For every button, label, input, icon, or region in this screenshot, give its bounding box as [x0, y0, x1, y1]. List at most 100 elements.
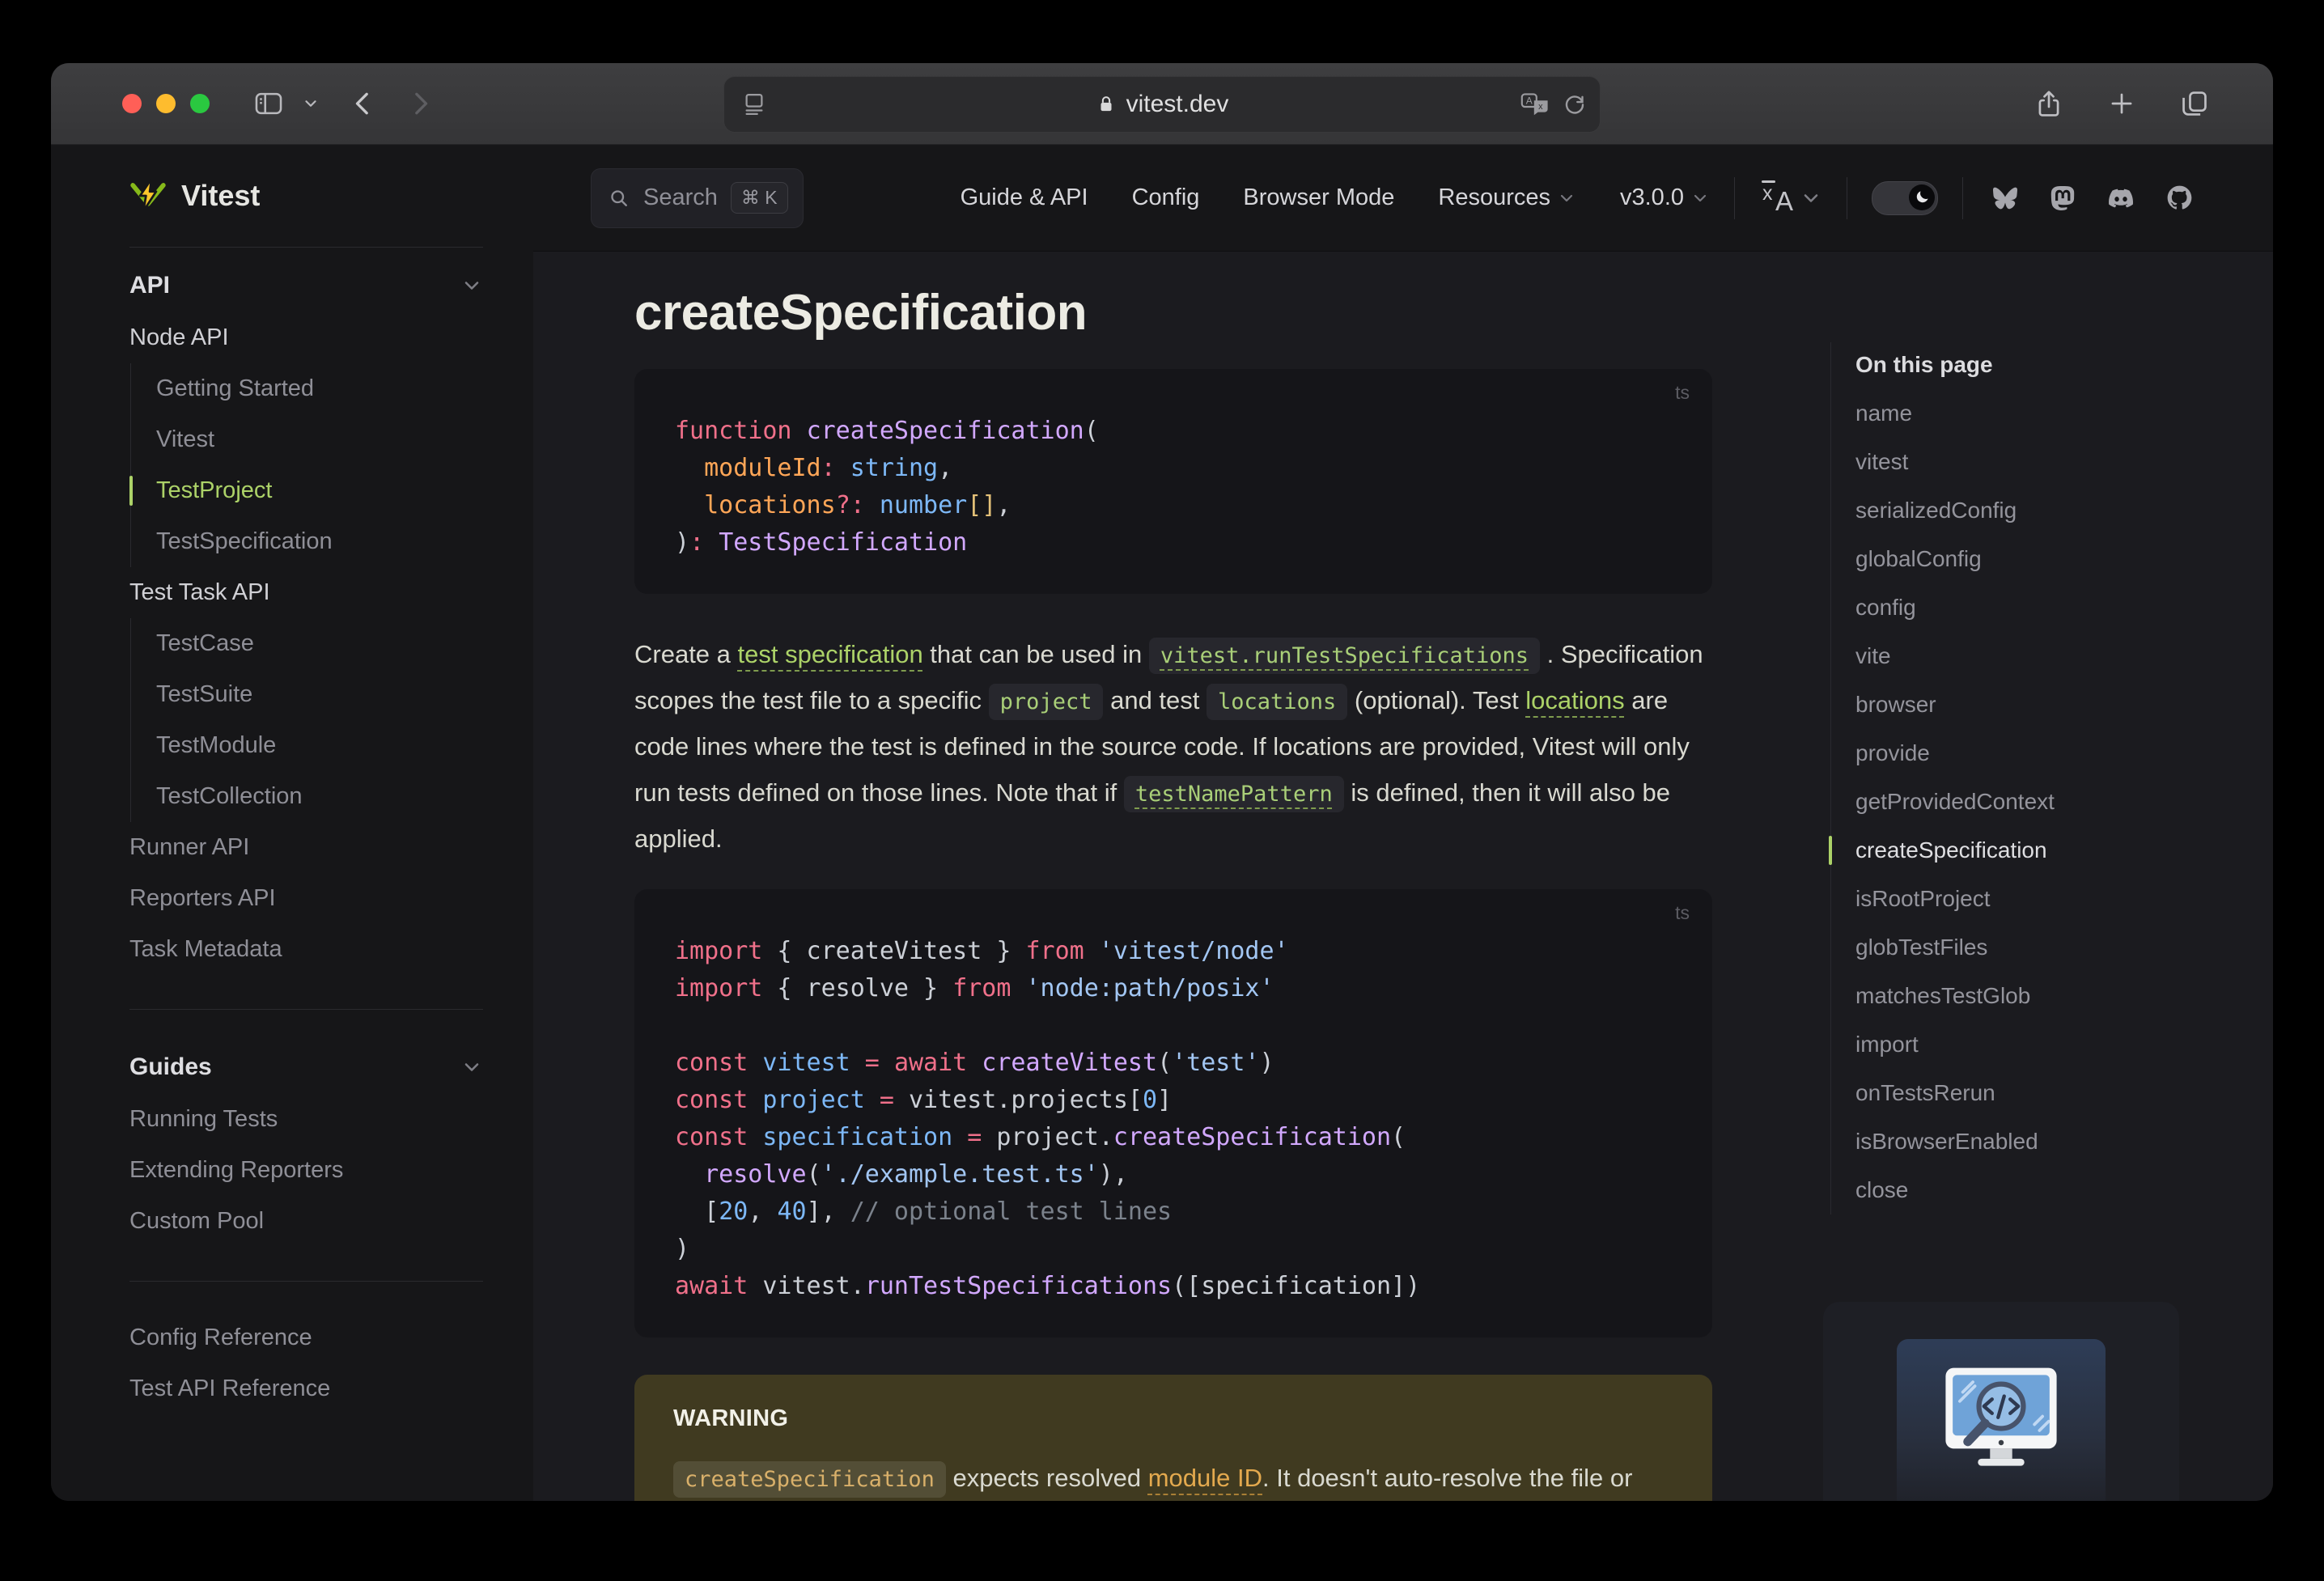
- toc-item-name[interactable]: name: [1855, 389, 2211, 438]
- back-button[interactable]: [347, 87, 380, 120]
- toc-item-config[interactable]: config: [1855, 583, 2211, 632]
- toc-item-getprovidedcontext[interactable]: getProvidedContext: [1855, 778, 2211, 826]
- toc-item-isbrowserenabled[interactable]: isBrowserEnabled: [1855, 1117, 2211, 1166]
- sidebar-section-guides[interactable]: Guides: [129, 1041, 483, 1094]
- address-bar[interactable]: vitest.dev A x: [723, 76, 1601, 133]
- navbar-divider: [1962, 176, 1963, 219]
- social-links: [1992, 185, 2192, 211]
- sidebar-nest: TestCase TestSuite TestModule TestCollectio…: [130, 618, 483, 822]
- toc-item-vite[interactable]: vite: [1855, 632, 2211, 680]
- doc-text: (optional). Test: [1347, 686, 1526, 714]
- table-of-contents: On this page name vitest serializedConfig g…: [1829, 342, 2211, 1214]
- sidebar-item-task-metadata[interactable]: Task Metadata: [129, 924, 483, 975]
- zoom-window-button[interactable]: [190, 94, 210, 113]
- code-block-signature: ts function createSpecification( moduleI…: [634, 369, 1712, 594]
- sidebar-chevron-down-icon[interactable]: [302, 95, 320, 112]
- doc-article: createSpecification ts function createSp…: [634, 284, 1712, 1501]
- logo-title: Vitest: [181, 179, 261, 212]
- warning-link[interactable]: module ID: [1148, 1464, 1262, 1492]
- translate-icon[interactable]: A x: [1520, 92, 1550, 117]
- toc-item-globtestfiles[interactable]: globTestFiles: [1855, 923, 2211, 972]
- new-tab-icon[interactable]: [2106, 87, 2137, 120]
- toc-item-browser[interactable]: browser: [1855, 680, 2211, 729]
- sidebar-item-getting-started[interactable]: Getting Started: [156, 363, 483, 414]
- inline-code: locations: [1207, 684, 1348, 720]
- svg-text:A: A: [1526, 95, 1533, 107]
- sidebar-item-vitest[interactable]: Vitest: [156, 414, 483, 465]
- inline-code-link[interactable]: vitest.runTestSpecifications: [1148, 638, 1541, 674]
- reload-icon[interactable]: [1563, 92, 1587, 117]
- forward-button[interactable]: [404, 87, 436, 120]
- browser-titlebar: vitest.dev A x: [51, 63, 2273, 145]
- nav-link-guide-api[interactable]: Guide & API: [961, 184, 1088, 211]
- reader-view-icon[interactable]: [742, 92, 766, 117]
- sidebar-section-api[interactable]: API: [129, 259, 483, 312]
- vitest-logo[interactable]: Vitest: [129, 145, 483, 248]
- code-inspection-icon: [1945, 1367, 2057, 1466]
- sidebar-toggle-icon[interactable]: [252, 88, 286, 119]
- sidebar-item-node-api[interactable]: Node API: [129, 312, 483, 363]
- toc-item-ontestsrerun[interactable]: onTestsRerun: [1855, 1069, 2211, 1117]
- chevron-down-icon: [1804, 193, 1818, 202]
- toc-item-globalconfig[interactable]: globalConfig: [1855, 535, 2211, 583]
- sidebar-item-running-tests[interactable]: Running Tests: [129, 1094, 483, 1145]
- sidebar-item-testproject[interactable]: TestProject: [129, 465, 483, 516]
- search-shortcut: ⌘ K: [730, 182, 788, 214]
- inline-code-link[interactable]: testNamePattern: [1123, 776, 1344, 812]
- sidebar: Vitest API Node API Getting Started Vitest T…: [51, 145, 533, 1501]
- toc-item-import[interactable]: import: [1855, 1020, 2211, 1069]
- toc-item-provide[interactable]: provide: [1855, 729, 2211, 778]
- close-window-button[interactable]: [122, 94, 142, 113]
- page-content: createSpecification ts function createSp…: [533, 252, 2273, 1501]
- toc-item-vitest[interactable]: vitest: [1855, 438, 2211, 486]
- share-icon[interactable]: [2034, 87, 2064, 120]
- url-text: vitest.dev: [1126, 91, 1229, 117]
- nav-link-v3-0-0[interactable]: v3.0.0: [1620, 184, 1710, 211]
- nav-link-browser-mode[interactable]: Browser Mode: [1243, 184, 1394, 211]
- toc-item-matchestestglob[interactable]: matchesTestGlob: [1855, 972, 2211, 1020]
- toc-item-close[interactable]: close: [1855, 1166, 2211, 1214]
- nav-link-config[interactable]: Config: [1132, 184, 1200, 211]
- bluesky-icon[interactable]: [1992, 186, 2018, 210]
- moon-icon: [1916, 191, 1928, 203]
- sidebar-item-config-reference[interactable]: Config Reference: [129, 1312, 483, 1363]
- sidebar-item-test-task-api[interactable]: Test Task API: [129, 567, 483, 618]
- sidebar-item-testcase[interactable]: TestCase: [156, 618, 483, 669]
- mastodon-icon[interactable]: [2050, 185, 2075, 211]
- warning-callout: WARNING createSpecification expects reso…: [634, 1375, 1712, 1501]
- sidebar-group: Guides Running Tests Extending Reporters Cu…: [129, 1029, 483, 1247]
- traffic-lights: [122, 94, 210, 113]
- sidebar-item-testmodule[interactable]: TestModule: [156, 720, 483, 771]
- minimize-window-button[interactable]: [156, 94, 176, 113]
- warning-inline-code: createSpecification: [673, 1461, 946, 1498]
- toc-item-serializedconfig[interactable]: serializedConfig: [1855, 486, 2211, 535]
- sidebar-item-testcollection[interactable]: TestCollection: [156, 771, 483, 822]
- sidebar-item-custom-pool[interactable]: Custom Pool: [129, 1196, 483, 1247]
- doc-link[interactable]: test specification: [738, 640, 923, 668]
- doc-text: Create a: [634, 640, 738, 668]
- theme-toggle[interactable]: [1872, 180, 1938, 215]
- sidebar-item-reporters-api[interactable]: Reporters API: [129, 873, 483, 924]
- warning-title: WARNING: [673, 1405, 789, 1431]
- language-menu[interactable]: xA: [1759, 180, 1822, 217]
- sidebar-item-extending-reporters[interactable]: Extending Reporters: [129, 1145, 483, 1196]
- sidebar-item-testsuite[interactable]: TestSuite: [156, 669, 483, 720]
- sidebar-item-test-api-reference[interactable]: Test API Reference: [129, 1363, 483, 1414]
- top-navbar: Search ⌘ K Guide & API Config Browser Mode…: [533, 145, 2273, 252]
- nav-link-resources[interactable]: Resources: [1438, 184, 1576, 211]
- toc-item-createspecification[interactable]: createSpecification: [1829, 826, 2211, 875]
- chevron-down-icon: [1560, 194, 1573, 201]
- chevron-down-icon: [464, 282, 479, 290]
- doc-link[interactable]: locations: [1525, 686, 1624, 714]
- search-button[interactable]: Search ⌘ K: [591, 167, 804, 228]
- github-icon[interactable]: [2167, 185, 2192, 210]
- toc-item-isrootproject[interactable]: isRootProject: [1855, 875, 2211, 923]
- sidebar-item-testspecification[interactable]: TestSpecification: [156, 516, 483, 567]
- sponsor-illustration: [1897, 1339, 2106, 1501]
- chevron-down-icon: [1694, 194, 1707, 201]
- sidebar-divider: [129, 1009, 483, 1010]
- sponsor-card[interactable]: [1823, 1302, 2179, 1501]
- tab-overview-icon[interactable]: [2179, 87, 2210, 120]
- sidebar-item-runner-api[interactable]: Runner API: [129, 822, 483, 873]
- discord-icon[interactable]: [2107, 186, 2135, 210]
